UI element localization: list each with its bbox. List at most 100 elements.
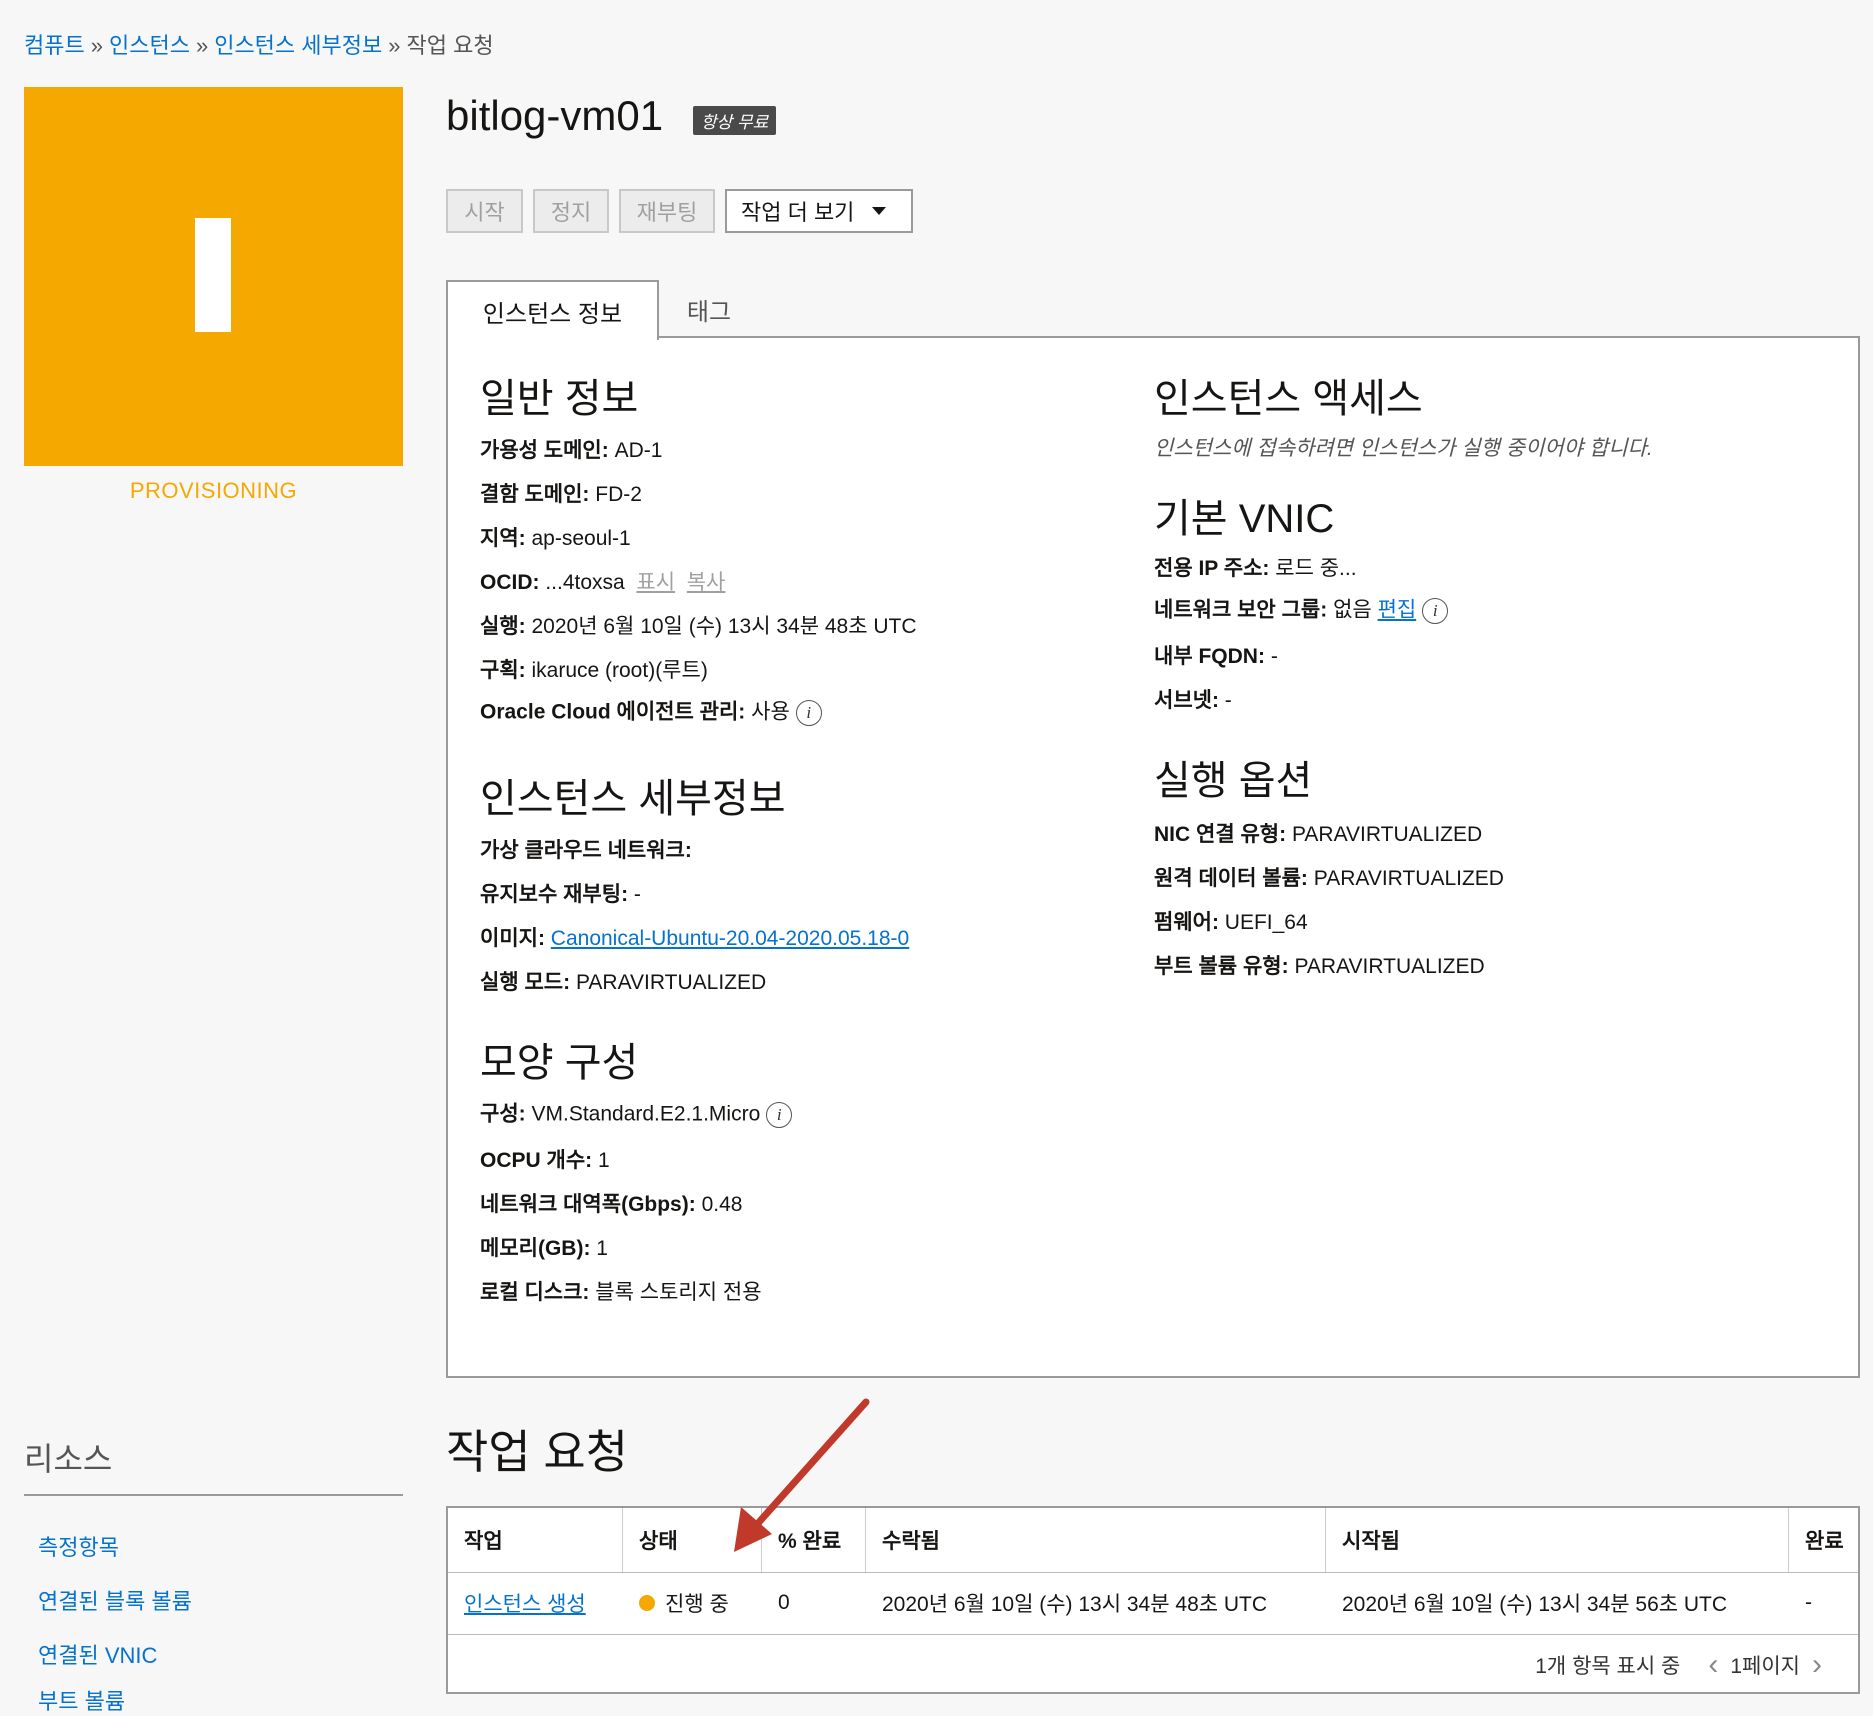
private-ip-row: 전용 IP 주소: 로드 중... — [1154, 558, 1357, 579]
percent-cell: 0 — [778, 1591, 790, 1614]
field-label: 네트워크 대역폭(Gbps): — [480, 1193, 696, 1216]
column-header-accepted[interactable]: 수락됨 — [866, 1508, 1326, 1572]
field-label: 서브넷: — [1154, 689, 1219, 712]
tab-tags[interactable]: 태그 — [659, 280, 759, 338]
column-header-operation[interactable]: 작업 — [448, 1508, 623, 1572]
sidebar-item-vnics[interactable]: 연결된 VNIC — [38, 1638, 157, 1670]
launched-row: 실행: 2020년 6월 10일 (수) 13시 34분 48초 UTC — [480, 616, 917, 637]
chevron-left-icon[interactable]: ‹ — [1708, 1650, 1718, 1680]
breadcrumb-instance-details[interactable]: 인스턴스 세부정보 — [214, 33, 382, 58]
field-label: 가용성 도메인: — [480, 439, 609, 462]
field-value: AD-1 — [614, 439, 663, 462]
field-value: ...4toxsa — [545, 571, 625, 594]
page-number: 1페이지 — [1730, 1655, 1800, 1678]
status-cell: 진행 중 — [623, 1572, 762, 1634]
column-header-status[interactable]: 상태 — [623, 1508, 762, 1572]
field-value: ikaruce (root)(루트) — [531, 659, 708, 682]
info-icon[interactable]: i — [1422, 598, 1449, 624]
in-progress-status-icon — [639, 1595, 655, 1611]
firmware-row: 펌웨어: UEFI_64 — [1154, 912, 1308, 933]
nsg-edit-link[interactable]: 편집 — [1378, 599, 1417, 622]
nic-type-row: NIC 연결 유형: PARAVIRTUALIZED — [1154, 824, 1482, 845]
nsg-row: 네트워크 보안 그룹: 없음 편집 i — [1154, 598, 1449, 624]
image-link[interactable]: Canonical-Ubuntu-20.04-2020.05.18-0 — [551, 927, 909, 950]
field-label: 로컬 디스크: — [480, 1281, 590, 1304]
instance-access-note: 인스턴스에 접속하려면 인스턴스가 실행 중이어야 합니다. — [1154, 437, 1653, 460]
more-actions-button[interactable]: 작업 더 보기 — [725, 189, 913, 233]
memory-row: 메모리(GB): 1 — [480, 1238, 608, 1259]
shape-row: 구성: VM.Standard.E2.1.Micro i — [480, 1102, 793, 1128]
field-value: - — [1270, 645, 1278, 668]
field-label: 원격 데이터 볼륨: — [1154, 867, 1308, 890]
field-value: 로드 중... — [1275, 557, 1357, 580]
ocid-show-link[interactable]: 표시 — [636, 571, 675, 594]
primary-vnic-heading: 기본 VNIC — [1154, 497, 1335, 541]
compartment-row: 구획: ikaruce (root)(루트) — [480, 660, 708, 681]
breadcrumb-separator: » — [195, 33, 209, 58]
instance-access-heading: 인스턴스 액세스 — [1154, 377, 1423, 421]
field-label: 펌웨어: — [1154, 911, 1219, 934]
subnet-row: 서브넷: - — [1154, 690, 1232, 711]
instance-status-icon — [24, 87, 403, 466]
field-value: 블록 스토리지 전용 — [595, 1281, 762, 1304]
stop-button[interactable]: 정지 — [533, 189, 609, 233]
start-button[interactable]: 시작 — [446, 189, 523, 233]
item-count-text: 1개 항목 표시 중 — [1535, 1655, 1681, 1678]
info-icon[interactable]: i — [766, 1102, 793, 1128]
column-header-started[interactable]: 시작됨 — [1326, 1508, 1789, 1572]
field-label: 유지보수 재부팅: — [480, 883, 629, 906]
launch-options-section: 실행 옵션 — [1154, 748, 1312, 806]
breadcrumb-compute[interactable]: 컴퓨트 — [24, 33, 85, 58]
tab-instance-info[interactable]: 인스턴스 정보 — [446, 280, 659, 340]
field-label: 부트 볼륨 유형: — [1154, 955, 1289, 978]
breadcrumb: 컴퓨트» 인스턴스» 인스턴스 세부정보» 작업 요청 — [24, 28, 494, 60]
field-value: PARAVIRTUALIZED — [1291, 823, 1483, 846]
field-value: PARAVIRTUALIZED — [575, 971, 767, 994]
field-label: 네트워크 보안 그룹: — [1154, 598, 1328, 622]
field-label: 내부 FQDN: — [1154, 645, 1265, 668]
page-title: bitlog-vm01 — [446, 92, 664, 139]
chevron-right-icon[interactable]: › — [1812, 1650, 1822, 1680]
field-label: OCID: — [480, 571, 540, 594]
ocid-copy-link[interactable]: 복사 — [687, 571, 726, 594]
column-header-percent[interactable]: % 완료 — [762, 1508, 866, 1572]
field-label: 실행: — [480, 615, 526, 638]
field-value: UEFI_64 — [1224, 911, 1308, 934]
table-row-divider — [448, 1634, 1858, 1635]
breadcrumb-instances[interactable]: 인스턴스 — [109, 33, 190, 58]
more-actions-label: 작업 더 보기 — [741, 200, 855, 225]
field-value: 2020년 6월 10일 (수) 13시 34분 48초 UTC — [531, 615, 917, 638]
general-info-heading: 일반 정보 — [480, 377, 639, 421]
boot-volume-type-row: 부트 볼륨 유형: PARAVIRTUALIZED — [1154, 956, 1485, 977]
table-row: 인스턴스 생성 — [448, 1572, 623, 1634]
field-value: - — [633, 883, 641, 906]
reboot-button[interactable]: 재부팅 — [619, 189, 715, 233]
work-requests-heading: 작업 요청 — [446, 1426, 629, 1478]
ocpu-row: OCPU 개수: 1 — [480, 1150, 610, 1171]
field-value: FD-2 — [595, 483, 642, 506]
field-value: PARAVIRTUALIZED — [1294, 955, 1485, 978]
instance-letter-icon — [195, 218, 231, 332]
field-value: 1 — [597, 1149, 610, 1172]
sidebar-item-block-volumes[interactable]: 연결된 블록 볼륨 — [38, 1584, 192, 1616]
breadcrumb-current: 작업 요청 — [406, 33, 494, 58]
field-value: - — [1224, 689, 1232, 712]
bandwidth-row: 네트워크 대역폭(Gbps): 0.48 — [480, 1194, 742, 1215]
caret-down-icon — [872, 207, 887, 215]
field-label: 메모리(GB): — [480, 1237, 591, 1260]
breadcrumb-separator: » — [388, 33, 401, 58]
field-value: 사용 — [751, 700, 790, 724]
resources-divider — [24, 1494, 403, 1496]
info-icon[interactable]: i — [795, 700, 822, 726]
pagination: 1개 항목 표시 중 ‹ 1페이지 › — [1535, 1650, 1834, 1680]
column-header-finished[interactable]: 완료 — [1789, 1508, 1858, 1572]
always-free-badge: 항상 무료 — [693, 106, 777, 135]
region-row: 지역: ap-seoul-1 — [480, 528, 631, 549]
remote-volume-row: 원격 데이터 볼륨: PARAVIRTUALIZED — [1154, 868, 1504, 889]
instance-details-section: 인스턴스 세부정보 — [480, 766, 786, 824]
sidebar-item-boot-volume[interactable]: 부트 볼륨 — [38, 1684, 125, 1716]
local-disk-row: 로컬 디스크: 블록 스토리지 전용 — [480, 1282, 762, 1303]
sidebar-item-metrics[interactable]: 측정항목 — [38, 1530, 119, 1562]
vcn-row: 가상 클라우드 네트워크: — [480, 840, 692, 861]
operation-link[interactable]: 인스턴스 생성 — [464, 1588, 586, 1618]
